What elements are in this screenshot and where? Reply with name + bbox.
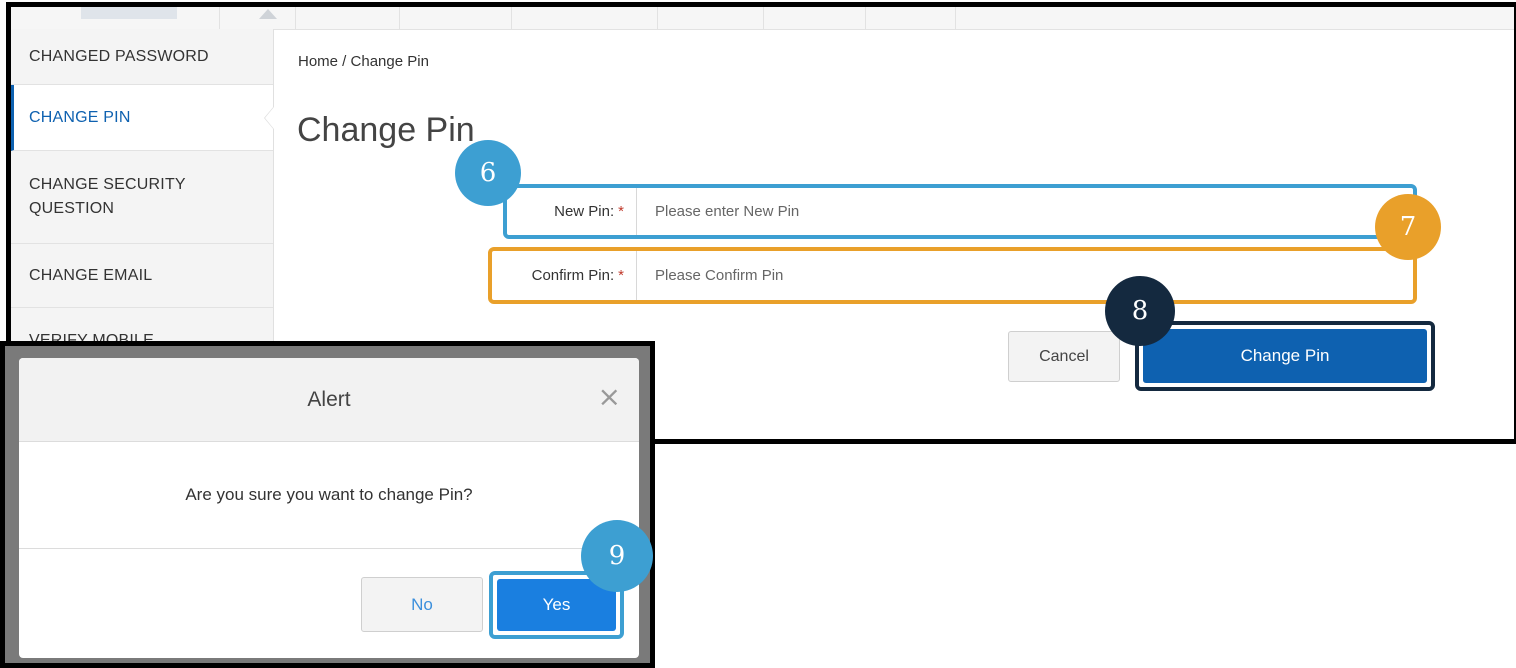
page-title: Change Pin	[297, 111, 475, 149]
new-pin-field: New Pin: *	[503, 184, 1417, 239]
new-pin-input[interactable]	[637, 188, 1413, 235]
sidebar-item-label: CHANGED PASSWORD	[29, 47, 209, 65]
callout-6-badge: 6	[455, 140, 521, 206]
required-mark: *	[618, 203, 624, 220]
change-pin-button[interactable]: Change Pin	[1143, 329, 1427, 383]
caret-up-icon	[259, 9, 277, 19]
sidebar-item-label: CHANGE EMAIL	[29, 266, 153, 284]
sidebar-item-label: CHANGE PIN	[29, 108, 131, 126]
top-nav-bar	[11, 7, 1514, 30]
confirm-pin-input[interactable]	[637, 251, 1413, 300]
sidebar-item-change-security-question[interactable]: CHANGE SECURITY QUESTION	[11, 151, 273, 244]
sidebar-item-label: CHANGE SECURITY QUESTION	[29, 176, 186, 217]
confirm-pin-label: Confirm Pin: *	[492, 251, 637, 300]
callout-7-badge: 7	[1375, 194, 1441, 260]
sidebar-item-change-email[interactable]: CHANGE EMAIL	[11, 244, 273, 308]
confirm-pin-field: Confirm Pin: *	[488, 247, 1417, 304]
top-nav-tab[interactable]	[81, 7, 177, 19]
no-button[interactable]: No	[361, 577, 483, 632]
close-icon[interactable]: ×	[598, 380, 621, 413]
alert-body: Are you sure you want to change Pin?	[19, 442, 639, 549]
new-pin-label-text: New Pin:	[554, 203, 615, 220]
sidebar-item-changed-password[interactable]: CHANGED PASSWORD	[11, 29, 273, 85]
cancel-button[interactable]: Cancel	[1008, 331, 1120, 382]
confirm-pin-label-text: Confirm Pin:	[531, 267, 615, 284]
sidebar-item-change-pin[interactable]: CHANGE PIN	[11, 85, 274, 151]
alert-message: Are you sure you want to change Pin?	[185, 485, 473, 504]
required-mark: *	[618, 267, 624, 284]
alert-header: Alert ×	[19, 358, 639, 442]
breadcrumb: Home / Change Pin	[298, 53, 429, 70]
alert-dialog-screenshot: Alert × Are you sure you want to change …	[0, 341, 655, 668]
alert-title: Alert	[307, 387, 351, 411]
change-pin-button-highlight: Change Pin	[1135, 321, 1435, 391]
alert-dialog: Alert × Are you sure you want to change …	[19, 358, 639, 658]
callout-9-badge: 9	[581, 520, 653, 592]
callout-8-badge: 8	[1105, 276, 1175, 346]
new-pin-label: New Pin: *	[507, 188, 637, 235]
